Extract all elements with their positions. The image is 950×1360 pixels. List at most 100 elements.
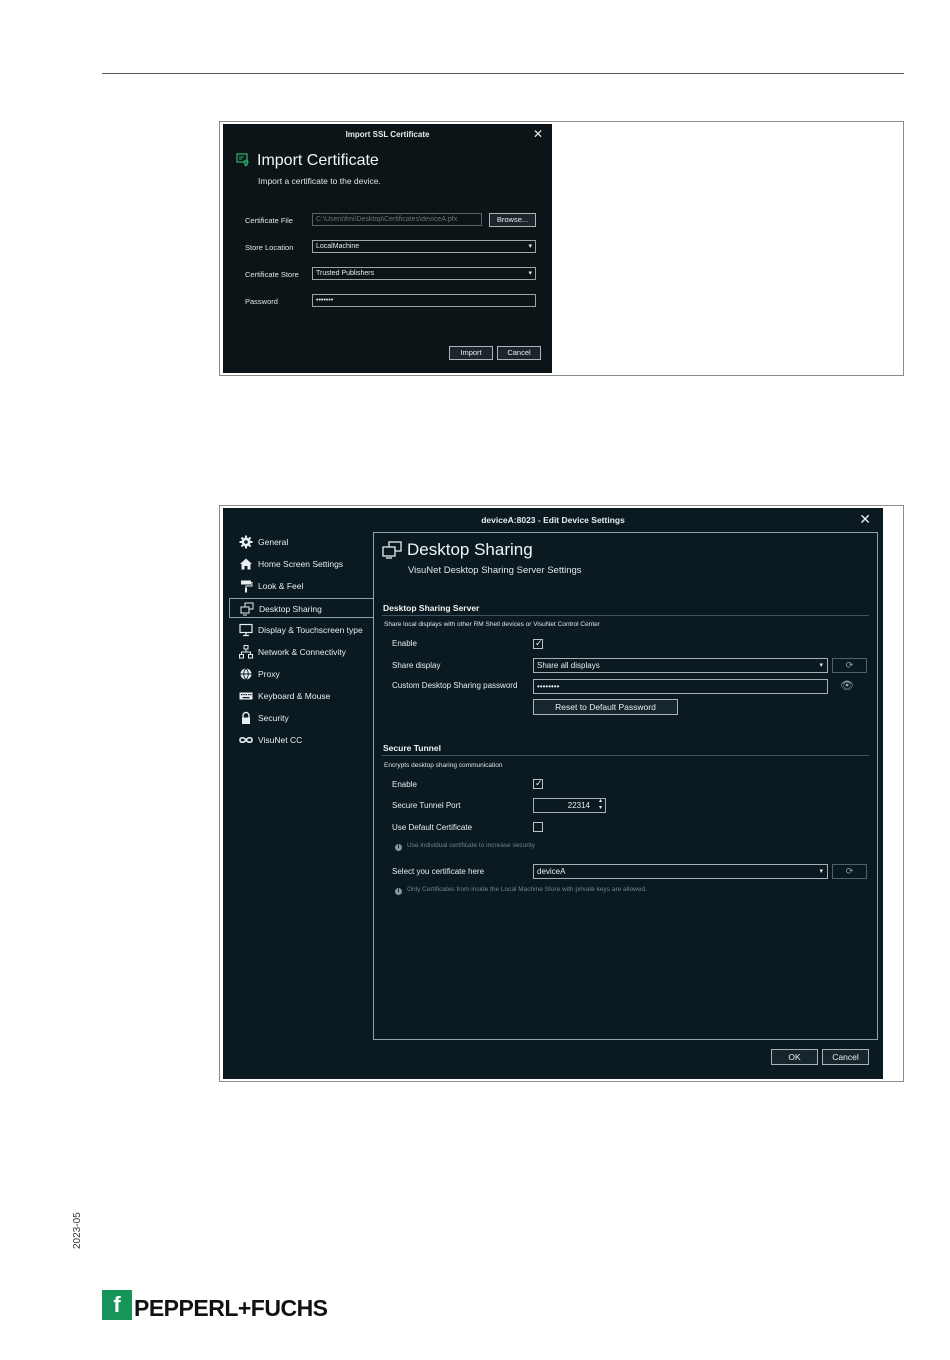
- nav-item-visunet-cc[interactable]: VisuNet CC: [229, 730, 373, 750]
- section-desc-server: Share local displays with other RM Shell…: [384, 621, 600, 628]
- chevron-down-icon: ▾: [819, 868, 823, 875]
- edit-device-settings-dialog: deviceA:8023 - Edit Device Settings ✕ Ge…: [223, 508, 883, 1079]
- default-cert-checkbox[interactable]: [533, 822, 543, 832]
- certificate-store-select[interactable]: Trusted Publishers ▾: [312, 267, 536, 280]
- close-icon[interactable]: ✕: [533, 127, 543, 141]
- store-location-value: LocalMachine: [316, 243, 360, 250]
- desktop-sharing-icon: [382, 541, 402, 559]
- eye-icon[interactable]: 👁: [840, 679, 854, 692]
- info-icon: i: [395, 844, 402, 851]
- section-desc-tunnel: Encrypts desktop sharing communication: [384, 762, 503, 769]
- tunnel-port-label: Secure Tunnel Port: [392, 801, 461, 810]
- import-button[interactable]: Import: [449, 346, 493, 360]
- section-divider: [382, 615, 869, 616]
- panel-subtitle: VisuNet Desktop Sharing Server Settings: [408, 565, 582, 576]
- server-enable-label: Enable: [392, 639, 417, 648]
- nav-label: Look & Feel: [258, 581, 304, 591]
- password-label: Password: [245, 297, 278, 306]
- nav-label: Display & Touchscreen type: [258, 625, 363, 635]
- tunnel-enable-label: Enable: [392, 780, 417, 789]
- select-cert-value: deviceA: [537, 867, 566, 876]
- share-display-select[interactable]: Share all displays ▾: [533, 658, 828, 673]
- cancel-button[interactable]: Cancel: [497, 346, 541, 360]
- browse-button[interactable]: Browse...: [489, 213, 536, 227]
- nav-item-network[interactable]: Network & Connectivity: [229, 642, 373, 662]
- certificate-file-label: Certificate File: [245, 216, 293, 225]
- nav-item-proxy[interactable]: Proxy: [229, 664, 373, 684]
- nav-item-desktop-sharing[interactable]: Desktop Sharing: [229, 598, 373, 618]
- nav-item-home-screen[interactable]: Home Screen Settings: [229, 554, 373, 574]
- section-title-server: Desktop Sharing Server: [383, 603, 480, 613]
- ok-button[interactable]: OK: [771, 1049, 818, 1065]
- import-certificate-dialog: Import SSL Certificate ✕ Import Certific…: [223, 124, 552, 373]
- tunnel-port-stepper[interactable]: 22314 ▴ ▾: [533, 798, 606, 813]
- nav-item-display-touchscreen[interactable]: Display & Touchscreen type: [229, 620, 373, 640]
- store-location-label: Store Location: [245, 243, 294, 252]
- certificate-file-field: C:\Users\fmi\Desktop\Certificates\device…: [312, 213, 482, 226]
- panel-title: Desktop Sharing: [407, 540, 533, 559]
- gear-icon: [239, 535, 253, 549]
- keyboard-icon: [239, 692, 253, 700]
- document-date-code: 2023-05: [72, 1212, 83, 1249]
- dialog-title: Import SSL Certificate: [345, 130, 430, 139]
- select-cert-dropdown[interactable]: deviceA ▾: [533, 864, 828, 879]
- tunnel-enable-checkbox[interactable]: ✓: [533, 778, 543, 789]
- brand-logo-mark: f: [102, 1290, 132, 1320]
- chevron-down-icon: ▾: [528, 270, 532, 277]
- home-icon: [240, 558, 252, 570]
- nav-label: Network & Connectivity: [258, 647, 346, 657]
- select-cert-label: Select you certificate here: [392, 867, 485, 876]
- share-display-label: Share display: [392, 661, 441, 670]
- certificate-icon: [236, 153, 249, 166]
- nav-label: Keyboard & Mouse: [258, 691, 331, 701]
- close-icon[interactable]: ✕: [859, 511, 871, 528]
- paint-roller-icon: [241, 580, 253, 593]
- refresh-icon: ⟳: [845, 660, 854, 670]
- custom-password-field[interactable]: ••••••••: [533, 679, 828, 694]
- hint-text: Use individual certificate to increase s…: [407, 842, 535, 849]
- nav-label: Proxy: [258, 669, 280, 679]
- chevron-down-icon: ▾: [528, 243, 532, 250]
- section-title-tunnel: Secure Tunnel: [383, 743, 441, 753]
- custom-password-label: Custom Desktop Sharing password: [392, 681, 518, 690]
- globe-icon: [240, 668, 252, 680]
- section-divider: [382, 755, 869, 756]
- server-enable-checkbox[interactable]: ✓: [533, 638, 543, 649]
- store-location-select[interactable]: LocalMachine ▾: [312, 240, 536, 253]
- share-display-value: Share all displays: [537, 661, 600, 670]
- tunnel-port-value: 22314: [567, 801, 590, 810]
- default-cert-hint: i Use individual certificate to increase …: [395, 842, 535, 851]
- refresh-icon: ⟳: [845, 866, 854, 876]
- password-field[interactable]: •••••••: [312, 294, 536, 307]
- nav-item-security[interactable]: Security: [229, 708, 373, 728]
- select-cert-hint: i Only Certificates from inside the Local…: [395, 886, 647, 895]
- nav-item-keyboard-mouse[interactable]: Keyboard & Mouse: [229, 686, 373, 706]
- cancel-button[interactable]: Cancel: [822, 1049, 869, 1065]
- check-icon: ✓: [535, 638, 543, 648]
- info-icon: i: [395, 888, 402, 895]
- nav-label: General: [258, 537, 289, 547]
- nav-label: Home Screen Settings: [258, 559, 344, 569]
- stepper-arrows-icon[interactable]: ▴ ▾: [599, 798, 602, 812]
- brand-logo-text: PEPPERL+FUCHS: [134, 1295, 328, 1321]
- reset-password-button[interactable]: Reset to Default Password: [533, 699, 678, 715]
- certificate-store-value: Trusted Publishers: [316, 270, 375, 277]
- infinity-icon: [239, 736, 253, 744]
- default-cert-label: Use Default Certificate: [392, 823, 473, 832]
- nav-label: Security: [258, 713, 289, 723]
- monitor-icon: [239, 623, 253, 637]
- certificate-store-label: Certificate Store: [245, 270, 299, 279]
- lock-icon: [242, 711, 250, 724]
- nav-label: VisuNet CC: [258, 735, 303, 745]
- desktop-sharing-panel: Desktop Sharing VisuNet Desktop Sharing …: [373, 532, 878, 1040]
- nav-item-look-feel[interactable]: Look & Feel: [229, 576, 373, 596]
- check-icon: ✓: [535, 778, 543, 788]
- refresh-certs-button[interactable]: ⟳: [832, 864, 867, 879]
- nav-item-general[interactable]: General: [229, 532, 373, 552]
- refresh-displays-button[interactable]: ⟳: [832, 658, 867, 673]
- dialog-heading: Import Certificate: [257, 152, 379, 169]
- hint-text: Only Certificates from inside the Local …: [407, 886, 647, 893]
- dialog-title: deviceA:8023 - Edit Device Settings: [481, 515, 625, 525]
- desktop-sharing-icon: [240, 602, 254, 616]
- header-rule: [102, 73, 904, 74]
